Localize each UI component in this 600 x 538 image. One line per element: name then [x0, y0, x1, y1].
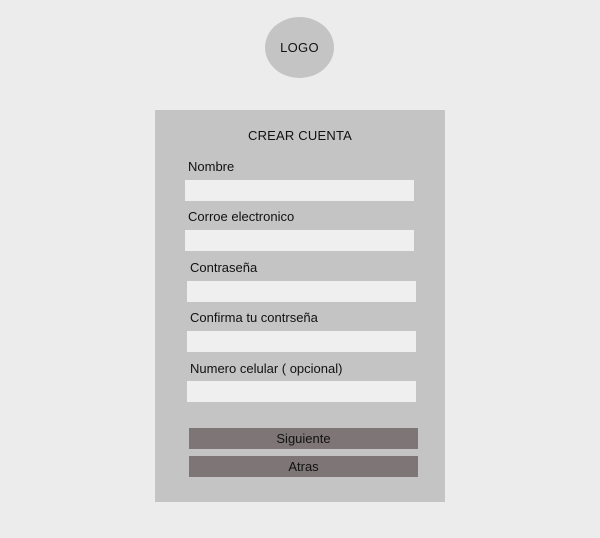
- confirm-password-input[interactable]: [187, 331, 416, 352]
- password-input[interactable]: [187, 281, 416, 302]
- email-input[interactable]: [185, 230, 414, 251]
- email-label: Corroe electronico: [188, 209, 295, 224]
- phone-input[interactable]: [187, 381, 416, 402]
- form-title: CREAR CUENTA: [247, 128, 352, 143]
- back-button[interactable]: Atras: [189, 456, 418, 477]
- create-account-card: CREAR CUENTA Nombre Corroe electronico C…: [155, 110, 445, 502]
- password-label: Contraseña: [190, 260, 258, 275]
- name-input[interactable]: [185, 180, 414, 201]
- phone-label: Numero celular ( opcional): [190, 361, 343, 376]
- logo-text: LOGO: [280, 40, 319, 55]
- confirm-password-label: Confirma tu contrseña: [190, 310, 318, 325]
- name-label: Nombre: [188, 159, 235, 174]
- next-button[interactable]: Siguiente: [189, 428, 418, 449]
- logo: LOGO: [265, 17, 334, 78]
